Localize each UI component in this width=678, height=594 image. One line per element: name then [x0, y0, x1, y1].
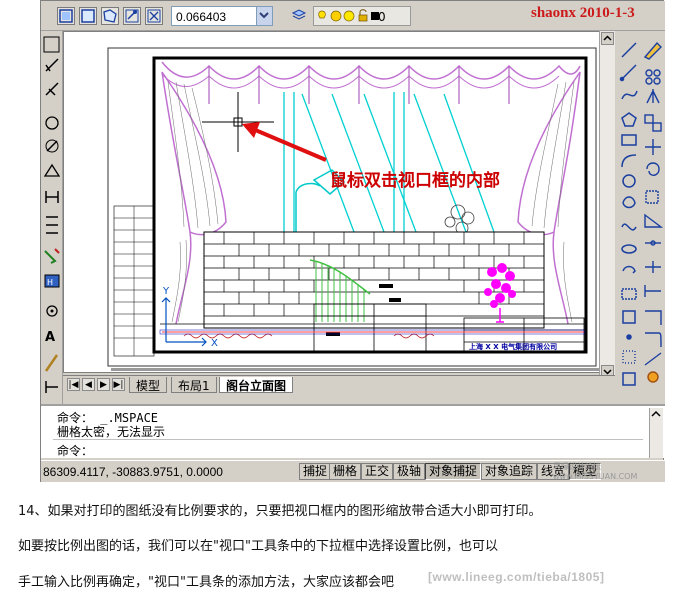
- command-history-line-2: 栅格太密，无法显示: [57, 425, 166, 439]
- chevron-up-icon: [651, 410, 661, 417]
- status-bar: 86309.4117, -30883.9751, 0.0000 捕捉 栅格 正交…: [41, 460, 665, 482]
- layer-manager-button[interactable]: [291, 7, 309, 25]
- draw-toolbar: H A: [41, 31, 63, 441]
- convert-object-viewport-button[interactable]: [123, 7, 141, 25]
- command-prompt[interactable]: 命令：: [57, 442, 93, 459]
- site-watermark: [www.lineeg.com/tieba/1805]: [428, 570, 605, 584]
- tab-layout1[interactable]: 布局1: [171, 377, 217, 393]
- modify-toolbar-icons: [619, 41, 664, 386]
- article-paragraph-3: 手工输入比例再确定，"视口"工具条的添加方法，大家应该都会吧: [18, 575, 394, 590]
- draw-toolbar-icons: H A: [43, 36, 61, 393]
- layout-tabs: |◀ ◀ ▶ ▶| 模型 布局1 阁台立面图: [63, 375, 615, 393]
- single-viewport-icon: [81, 9, 95, 23]
- svg-text:A: A: [45, 330, 55, 345]
- modify-toolbar: [619, 31, 665, 441]
- tab-balcony-elevation[interactable]: 阁台立面图: [219, 377, 294, 393]
- tab-prev-button[interactable]: ◀: [82, 378, 95, 391]
- ucs-x-label: X: [211, 338, 218, 349]
- tab-next-button[interactable]: ▶: [97, 378, 110, 391]
- article-paragraph-1: 14、如果对打印的图纸没有比例要求的，只要把视口框内的图形缩放带合适大小即可打印…: [18, 504, 542, 519]
- layer-state-icons: [318, 9, 379, 22]
- tab-last-button[interactable]: ▶|: [112, 378, 125, 391]
- current-layer-name: 0: [378, 10, 386, 24]
- grid-toggle[interactable]: 栅格: [329, 463, 362, 480]
- tab-first-button[interactable]: |◀: [67, 378, 80, 391]
- polygon-viewport-icon: [103, 9, 117, 23]
- viewport-toolbar: 0.066403 0 shaonx 2010-1-3: [41, 1, 665, 31]
- command-divider: [53, 439, 643, 440]
- scroll-up-button[interactable]: [601, 32, 614, 45]
- title-block-company: 上海 X X 电气集团有限公司: [469, 342, 557, 351]
- svg-text:H: H: [47, 278, 53, 287]
- drawing-area[interactable]: X Y 上海 X X 电气集团有限公司 鼠标双击视口框的内部: [63, 31, 611, 373]
- otrack-toggle[interactable]: 对象追踪: [481, 463, 538, 480]
- snap-toggle[interactable]: 捕捉: [299, 463, 332, 480]
- clip-viewport-button[interactable]: [145, 7, 163, 25]
- ortho-toggle[interactable]: 正交: [361, 463, 394, 480]
- chevron-up-icon: [603, 35, 612, 41]
- polygonal-viewport-button[interactable]: [101, 7, 119, 25]
- layout-drawing[interactable]: X Y 上海 X X 电气集团有限公司 鼠标双击视口框的内部: [64, 32, 600, 374]
- viewport-scale-value: 0.066403: [176, 10, 227, 24]
- cad-window: 0.066403 0 shaonx 2010-1-3 H A X Y 上海 X …: [40, 0, 665, 482]
- ucs-y-label: Y: [162, 286, 170, 297]
- convert-viewport-icon: [125, 9, 139, 23]
- polar-toggle[interactable]: 极轴: [393, 463, 426, 480]
- author-watermark: shaonx 2010-1-3: [531, 5, 635, 21]
- chevron-down-icon: [259, 12, 269, 19]
- viewport-icon: [59, 9, 73, 23]
- tab-model[interactable]: 模型: [129, 377, 168, 393]
- osnap-toggle[interactable]: 对象捕捉: [425, 463, 482, 480]
- forum-watermark: 思缘设计论坛 www.MISSYUAN.COM: [553, 462, 638, 481]
- annotation-text: 鼠标双击视口框的内部: [330, 170, 500, 191]
- layer-combo[interactable]: 0: [313, 6, 411, 26]
- single-viewport-button[interactable]: [79, 7, 97, 25]
- viewport-scale-combo[interactable]: 0.066403: [171, 6, 273, 26]
- vertical-scrollbar[interactable]: [599, 31, 615, 381]
- scale-dropdown-button[interactable]: [256, 7, 272, 25]
- viewport-dialog-button[interactable]: [57, 7, 75, 25]
- command-scrollbar[interactable]: [649, 408, 663, 458]
- clip-viewport-icon: [147, 9, 161, 23]
- command-window[interactable]: 命令： _.MSPACE 栅格太密，无法显示 命令：: [41, 404, 665, 458]
- layers-icon: [291, 9, 307, 20]
- article-paragraph-2: 如要按比例出图的话，我们可以在"视口"工具条中的下拉框中选择设置比例，也可以: [18, 539, 498, 554]
- cursor-coordinates: 86309.4117, -30883.9751, 0.0000: [43, 465, 223, 479]
